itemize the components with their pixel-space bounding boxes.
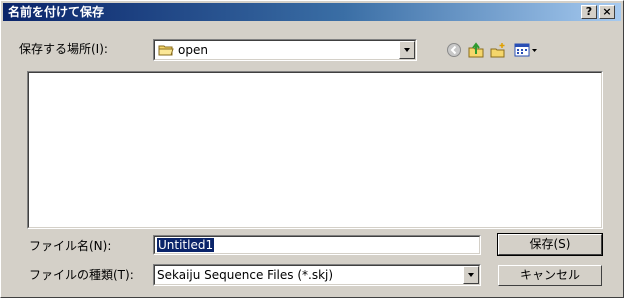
filename-input[interactable]: Untitled1 bbox=[153, 235, 481, 255]
folder-icon bbox=[158, 43, 174, 57]
chevron-down-icon bbox=[404, 48, 410, 52]
window-title: 名前を付けて保存 bbox=[8, 5, 105, 19]
help-button[interactable]: ? bbox=[581, 5, 597, 19]
view-menu-icon[interactable] bbox=[513, 41, 539, 59]
filetype-label: ファイルの種類(T): bbox=[29, 268, 134, 282]
new-folder-icon[interactable] bbox=[489, 41, 507, 59]
filename-value: Untitled1 bbox=[157, 238, 215, 252]
filetype-dropdown-button[interactable] bbox=[463, 266, 479, 284]
cancel-button[interactable]: キャンセル bbox=[498, 265, 602, 286]
chevron-down-icon bbox=[468, 273, 474, 277]
close-button[interactable]: × bbox=[599, 5, 615, 19]
location-combobox[interactable]: open bbox=[153, 39, 417, 61]
up-folder-icon[interactable] bbox=[467, 41, 485, 59]
file-list[interactable] bbox=[27, 71, 603, 229]
filename-label: ファイル名(N): bbox=[29, 239, 112, 253]
filetype-combobox[interactable]: Sekaiju Sequence Files (*.skj) bbox=[153, 264, 481, 286]
title-bar[interactable]: 名前を付けて保存 ? × bbox=[3, 3, 621, 21]
save-button[interactable]: 保存(S) bbox=[497, 233, 603, 256]
location-dropdown-button[interactable] bbox=[399, 41, 415, 59]
save-as-dialog: 名前を付けて保存 ? × 保存する場所(I): open ファイル名(N): U… bbox=[0, 0, 624, 298]
location-value: open bbox=[178, 43, 208, 57]
filetype-value: Sekaiju Sequence Files (*.skj) bbox=[157, 268, 334, 282]
back-icon[interactable] bbox=[445, 41, 463, 59]
location-label: 保存する場所(I): bbox=[19, 42, 108, 56]
